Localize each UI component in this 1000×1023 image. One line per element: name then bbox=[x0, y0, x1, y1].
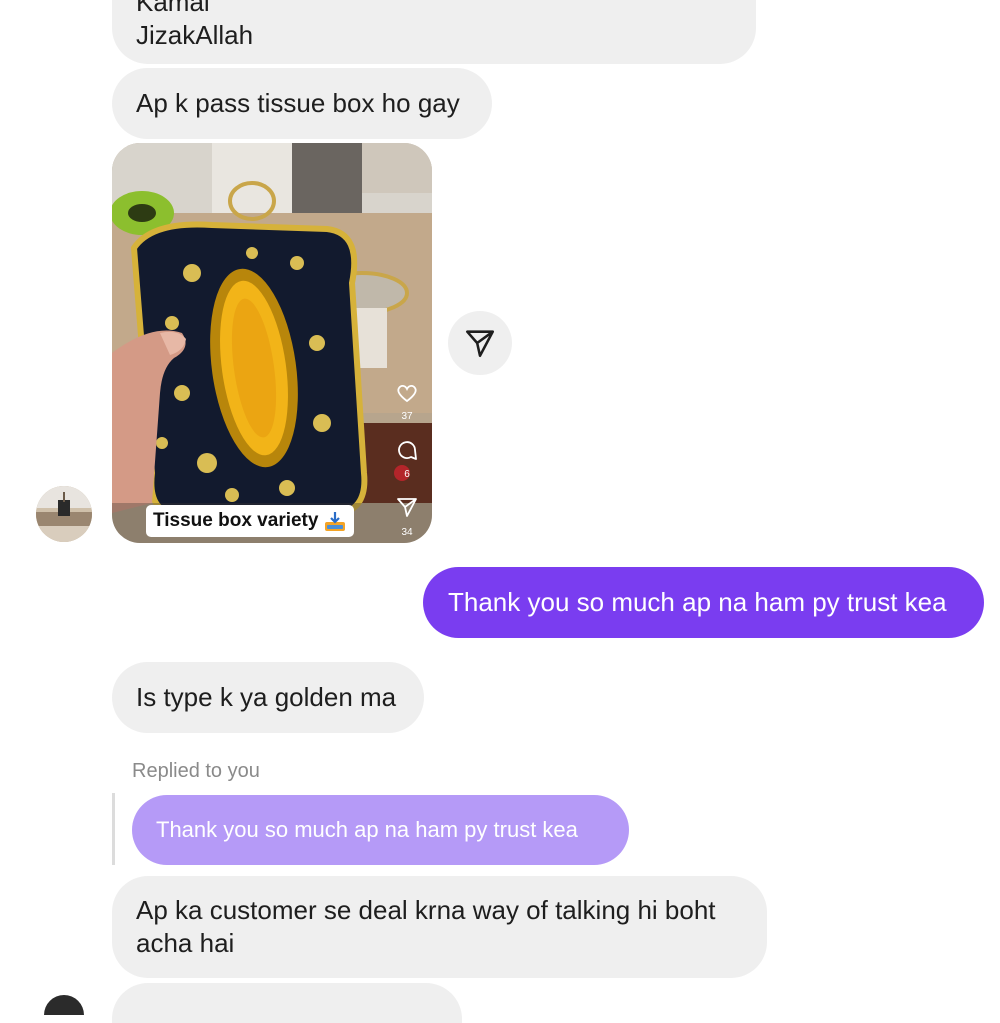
quoted-message-bubble[interactable]: Thank you so much ap na ham py trust kea bbox=[132, 795, 629, 865]
shared-reel-preview[interactable]: 37 6 34 bbox=[112, 143, 432, 543]
message-bubble-outgoing[interactable]: Thank you so much ap na ham py trust kea bbox=[423, 567, 984, 638]
avatar-partial bbox=[44, 995, 84, 1015]
message-text: Is type k ya golden ma bbox=[136, 682, 397, 712]
replied-to-label: Replied to you bbox=[132, 760, 260, 782]
heart-icon[interactable] bbox=[395, 381, 419, 405]
message-text: Thank you so much ap na ham py trust kea bbox=[448, 587, 947, 617]
likes-count: 37 bbox=[401, 411, 413, 422]
send-icon bbox=[463, 326, 497, 360]
reel-caption-text: Tissue box variety bbox=[153, 510, 319, 531]
share-icon[interactable] bbox=[395, 495, 419, 519]
message-text: Ap k pass tissue box ho gay bbox=[136, 88, 460, 118]
message-text: Ap ka customer se deal krna way of talki… bbox=[136, 895, 716, 925]
reply-indicator-line bbox=[112, 793, 115, 865]
avatar[interactable] bbox=[36, 486, 92, 542]
comment-icon[interactable] bbox=[395, 438, 419, 462]
message-text: JizakAllah bbox=[136, 20, 254, 50]
message-text: Kamal bbox=[136, 0, 210, 17]
message-text: acha hai bbox=[136, 928, 235, 958]
shares-count: 34 bbox=[401, 527, 413, 538]
reel-thumbnail bbox=[112, 143, 432, 543]
message-bubble-incoming[interactable]: Ap k pass tissue box ho gay bbox=[112, 68, 492, 139]
message-bubble-incoming-partial[interactable] bbox=[112, 983, 462, 1023]
send-button[interactable] bbox=[448, 311, 512, 375]
reel-caption: Tissue box variety bbox=[146, 505, 355, 537]
message-bubble-incoming[interactable]: Ap ka customer se deal krna way of talki… bbox=[112, 876, 767, 978]
message-bubble-incoming[interactable]: Kamal JizakAllah bbox=[112, 0, 756, 64]
quoted-message-text: Thank you so much ap na ham py trust kea bbox=[156, 817, 578, 842]
download-tray-icon bbox=[324, 510, 346, 532]
message-bubble-incoming[interactable]: Is type k ya golden ma bbox=[112, 662, 424, 733]
comments-count: 6 bbox=[404, 469, 410, 480]
